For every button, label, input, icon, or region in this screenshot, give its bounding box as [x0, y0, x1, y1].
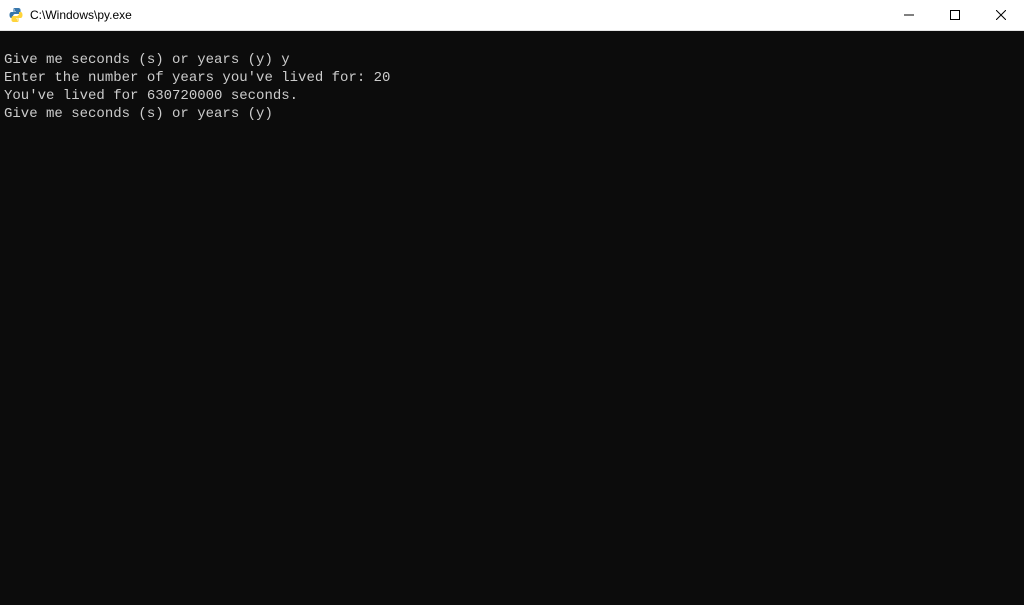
- terminal-line: You've lived for 630720000 seconds.: [4, 88, 298, 104]
- terminal-output[interactable]: Give me seconds (s) or years (y) y Enter…: [0, 31, 1024, 605]
- window-title: C:\Windows\py.exe: [30, 8, 886, 22]
- window-controls: [886, 0, 1024, 30]
- close-button[interactable]: [978, 0, 1024, 30]
- terminal-line: Give me seconds (s) or years (y): [4, 106, 273, 122]
- minimize-button[interactable]: [886, 0, 932, 30]
- terminal-line: Give me seconds (s) or years (y) y: [4, 52, 290, 68]
- maximize-button[interactable]: [932, 0, 978, 30]
- terminal-line: Enter the number of years you've lived f…: [4, 70, 390, 86]
- maximize-icon: [950, 10, 960, 20]
- minimize-icon: [904, 10, 914, 20]
- window-titlebar: C:\Windows\py.exe: [0, 0, 1024, 31]
- python-icon: [8, 7, 24, 23]
- close-icon: [996, 10, 1006, 20]
